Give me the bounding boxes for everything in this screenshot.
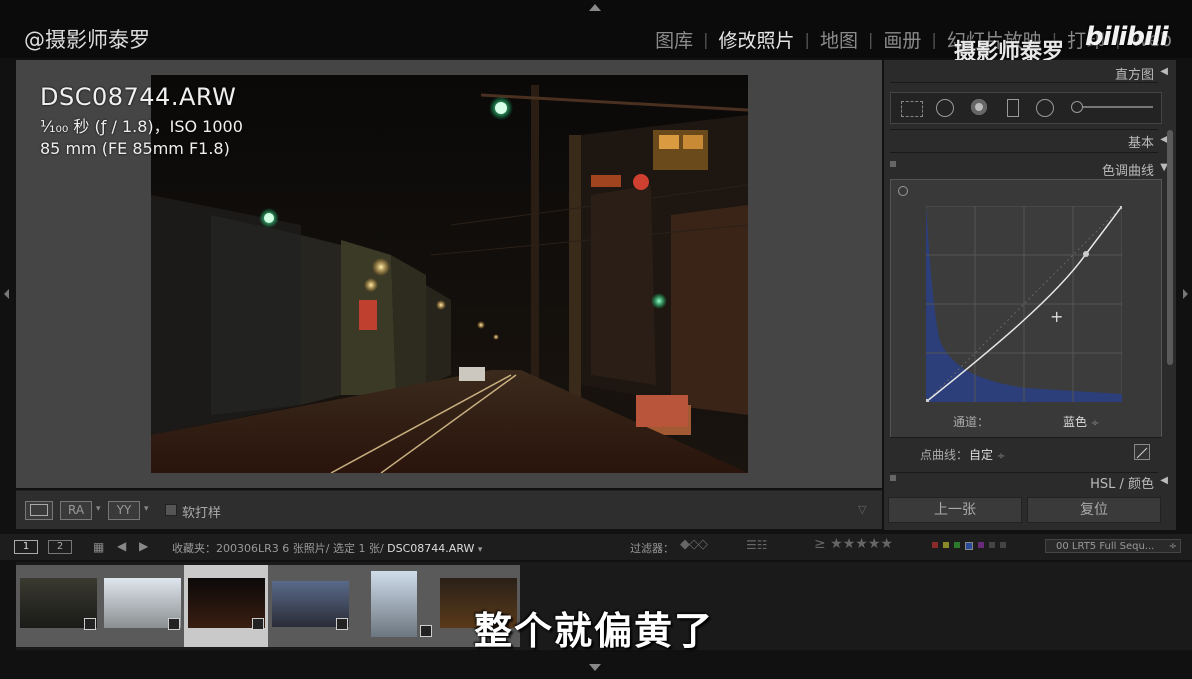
filmstrip-thumb[interactable] bbox=[100, 565, 184, 647]
filmstrip-thumb[interactable] bbox=[268, 565, 352, 647]
develop-toolbar: RA ▾ YY ▾ 软打样 ▽ bbox=[16, 490, 882, 529]
brush-size-slider[interactable] bbox=[1083, 106, 1153, 108]
edited-badge-icon bbox=[84, 618, 96, 630]
second-window-button[interactable]: 2 bbox=[48, 540, 72, 554]
edited-badge-icon bbox=[420, 625, 432, 637]
ra-dropdown-icon[interactable]: ▾ bbox=[96, 504, 101, 514]
hsl-collapse-icon[interactable]: ◀ bbox=[1160, 475, 1168, 486]
photo-count: 6 张照片/ 选定 1 张/ bbox=[282, 542, 384, 555]
histogram-panel-title[interactable]: 直方图 bbox=[1115, 64, 1154, 83]
back-arrow-icon[interactable]: ◀ bbox=[117, 539, 126, 553]
rating-filter-stars[interactable]: ≥ ★★★★★ bbox=[814, 536, 893, 552]
uploader-watermark: @摄影师泰罗 bbox=[24, 28, 150, 52]
collection-source[interactable]: 收藏夹：200306LR3 6 张照片/ 选定 1 张/ DSC08744.AR… bbox=[172, 540, 482, 556]
before-after-yy-button[interactable]: YY bbox=[108, 501, 140, 520]
yy-dropdown-icon[interactable]: ▾ bbox=[144, 504, 149, 514]
filmstrip-thumb[interactable] bbox=[352, 565, 436, 647]
main-window-button[interactable]: 1 bbox=[14, 540, 38, 554]
previous-button[interactable]: 上一张 bbox=[888, 497, 1022, 523]
edited-badge-icon bbox=[336, 618, 348, 630]
module-book[interactable]: 画册 bbox=[877, 26, 927, 53]
module-map[interactable]: 地图 bbox=[814, 26, 864, 53]
hsl-toggle[interactable] bbox=[890, 475, 896, 481]
tone-curve-graph[interactable]: + bbox=[926, 206, 1122, 402]
tool-strip bbox=[890, 92, 1162, 124]
flag-filter-icons[interactable]: ◆◇◇ bbox=[680, 537, 708, 552]
histogram-collapse-icon[interactable]: ◀ bbox=[1160, 66, 1168, 77]
radial-filter-icon[interactable] bbox=[1036, 99, 1054, 117]
toolbar-menu-chevron-icon[interactable]: ▽ bbox=[858, 503, 866, 516]
crop-tool-icon[interactable] bbox=[901, 101, 923, 117]
filter-preset-select[interactable]: 00 LRT5 Full Sequ... ÷ bbox=[1045, 539, 1181, 553]
softproof-label: 软打样 bbox=[182, 506, 222, 521]
tone-curve-toggle[interactable] bbox=[890, 161, 896, 167]
tone-curve-editor: + 通道： 蓝色 ÷ bbox=[890, 179, 1162, 438]
current-file: DSC08744.ARW bbox=[387, 542, 475, 555]
filter-label: 过滤器： bbox=[630, 542, 674, 555]
color-label-filter[interactable] bbox=[932, 542, 1006, 550]
red-eye-tool-icon[interactable] bbox=[971, 99, 987, 115]
point-curve-row: 点曲线： 自定 ÷ bbox=[890, 437, 1162, 468]
channel-select[interactable]: 蓝色 ÷ bbox=[1063, 413, 1099, 430]
before-after-ra-button[interactable]: RA bbox=[60, 501, 92, 520]
collapse-left-panel-icon[interactable] bbox=[4, 289, 9, 299]
thumbnail-image bbox=[371, 571, 417, 637]
brush-tool-icon[interactable] bbox=[1071, 101, 1083, 113]
right-panel-scrollbar[interactable] bbox=[1167, 130, 1173, 365]
photo-filename: DSC08744.ARW bbox=[40, 83, 237, 111]
bilibili-logo: bilibili bbox=[1085, 22, 1169, 52]
status-filter-icons[interactable]: ☰☷ bbox=[746, 538, 768, 552]
hsl-panel-title[interactable]: HSL / 颜色 bbox=[1090, 473, 1154, 492]
point-curve-label: 点曲线： bbox=[920, 448, 969, 462]
target-adjust-icon[interactable] bbox=[898, 186, 908, 196]
graduated-filter-icon[interactable] bbox=[1007, 99, 1019, 117]
video-subtitle: 整个就偏黄了 bbox=[474, 609, 715, 653]
collection-name: 收藏夹：200306LR3 bbox=[172, 542, 279, 555]
collapse-top-arrow-icon[interactable] bbox=[589, 4, 601, 11]
channel-label: 通道： bbox=[953, 415, 990, 429]
collapse-bottom-arrow-icon[interactable] bbox=[589, 664, 601, 671]
filmstrip-thumb-selected[interactable] bbox=[184, 565, 268, 647]
basic-panel-title[interactable]: 基本 bbox=[1128, 132, 1154, 151]
module-library[interactable]: 图库 bbox=[649, 26, 699, 53]
edit-point-curve-icon[interactable] bbox=[1134, 444, 1150, 460]
filmstrip-thumb[interactable] bbox=[16, 565, 100, 647]
softproof-checkbox[interactable] bbox=[165, 504, 177, 516]
filmstrip-header: 1 2 ▦ ◀ ▶ 收藏夹：200306LR3 6 张照片/ 选定 1 张/ D… bbox=[0, 534, 1192, 560]
loupe-view-button[interactable] bbox=[25, 501, 53, 520]
forward-arrow-icon[interactable]: ▶ bbox=[139, 539, 148, 553]
collapse-right-panel-icon[interactable] bbox=[1183, 289, 1188, 299]
photo-exposure: ¹⁄₁₀₀ 秒 (ƒ / 1.8)，ISO 1000 bbox=[40, 117, 243, 136]
edited-badge-icon bbox=[168, 618, 180, 630]
point-curve-select[interactable]: 自定 ÷ bbox=[969, 446, 1005, 463]
edited-badge-icon bbox=[252, 618, 264, 630]
loupe-view-icon bbox=[30, 504, 48, 516]
photo-info-overlay: DSC08744.ARW ¹⁄₁₀₀ 秒 (ƒ / 1.8)，ISO 1000 … bbox=[40, 83, 243, 158]
svg-text:+: + bbox=[1050, 307, 1063, 326]
grid-view-icon[interactable]: ▦ bbox=[93, 540, 104, 554]
tone-curve-panel-title[interactable]: 色调曲线 bbox=[1102, 160, 1154, 179]
photo-lens: 85 mm (FE 85mm F1.8) bbox=[40, 139, 230, 158]
reset-button[interactable]: 复位 bbox=[1027, 497, 1161, 523]
module-develop[interactable]: 修改照片 bbox=[713, 26, 801, 53]
spot-removal-tool-icon[interactable] bbox=[936, 99, 954, 117]
